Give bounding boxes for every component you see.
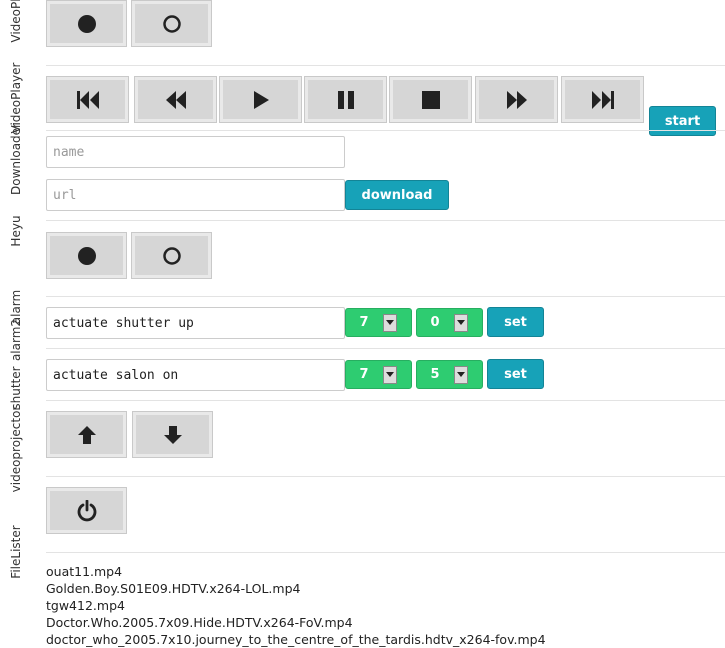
alarm-hour-value: 7 bbox=[359, 315, 369, 330]
shutter-up-button[interactable] bbox=[46, 411, 127, 458]
skip-last-icon bbox=[591, 90, 614, 109]
record-icon bbox=[77, 14, 96, 33]
divider bbox=[46, 65, 725, 66]
skip-first-button[interactable] bbox=[46, 76, 129, 123]
record-icon bbox=[77, 246, 96, 265]
circle-icon bbox=[162, 246, 181, 265]
alarm-minute-select[interactable]: 0 bbox=[416, 308, 483, 337]
alarm2-command-input[interactable]: actuate salon on bbox=[46, 359, 345, 391]
file-item[interactable]: Doctor.Who.2005.7x09.Hide.HDTV.x264-FoV.… bbox=[46, 614, 546, 631]
divider bbox=[46, 220, 725, 221]
divider bbox=[46, 296, 725, 297]
stop-button[interactable] bbox=[389, 76, 472, 123]
divider bbox=[46, 476, 725, 477]
shutter-down-button[interactable] bbox=[132, 411, 213, 458]
alarm-command-input[interactable]: actuate shutter up bbox=[46, 307, 345, 339]
file-item[interactable]: ouat11.mp4 bbox=[46, 563, 546, 580]
pause-icon bbox=[337, 90, 354, 109]
download-button[interactable]: download bbox=[345, 180, 449, 210]
skip-first-icon bbox=[76, 90, 99, 109]
divider bbox=[46, 348, 725, 349]
play-button[interactable] bbox=[219, 76, 302, 123]
chevron-down-icon bbox=[383, 366, 397, 384]
power-icon bbox=[77, 499, 96, 521]
section-label: videoprojector bbox=[9, 405, 23, 493]
stop-icon bbox=[421, 90, 440, 109]
url-input[interactable]: url bbox=[46, 179, 345, 211]
power-button[interactable] bbox=[46, 487, 127, 534]
divider bbox=[46, 552, 725, 553]
file-item[interactable]: Golden.Boy.S01E09.HDTV.x264-LOL.mp4 bbox=[46, 580, 546, 597]
chevron-down-icon bbox=[383, 314, 397, 332]
light-on-button[interactable] bbox=[46, 0, 127, 47]
alarm2-minute-select[interactable]: 5 bbox=[416, 360, 483, 389]
play-icon bbox=[253, 90, 269, 109]
alarm2-hour-value: 7 bbox=[359, 367, 369, 382]
section-label: FileLister bbox=[9, 525, 23, 579]
chevron-down-icon bbox=[454, 314, 468, 332]
alarm2-minute-value: 5 bbox=[430, 367, 440, 382]
divider bbox=[46, 130, 725, 131]
arrow-up-icon bbox=[77, 425, 96, 444]
alarm-set-button[interactable]: set bbox=[487, 307, 544, 337]
name-input[interactable]: name bbox=[46, 136, 345, 168]
skip-last-button[interactable] bbox=[561, 76, 644, 123]
alarm-minute-value: 0 bbox=[430, 315, 440, 330]
fast-forward-button[interactable] bbox=[475, 76, 558, 123]
light-off-button[interactable] bbox=[131, 0, 212, 47]
file-item[interactable]: tgw412.mp4 bbox=[46, 597, 546, 614]
rewind-button[interactable] bbox=[134, 76, 217, 123]
heyu-on-button[interactable] bbox=[46, 232, 127, 279]
alarm2-hour-select[interactable]: 7 bbox=[345, 360, 412, 389]
file-item[interactable]: doctor_who_2005.7x10.journey_to_the_cent… bbox=[46, 631, 546, 648]
arrow-down-icon bbox=[163, 425, 182, 444]
alarm2-set-button[interactable]: set bbox=[487, 359, 544, 389]
alarm-hour-select[interactable]: 7 bbox=[345, 308, 412, 337]
start-button[interactable]: start bbox=[649, 106, 716, 136]
rewind-icon bbox=[165, 90, 186, 109]
chevron-down-icon bbox=[454, 366, 468, 384]
divider bbox=[46, 400, 725, 401]
heyu-off-button[interactable] bbox=[131, 232, 212, 279]
file-list: ouat11.mp4 Golden.Boy.S01E09.HDTV.x264-L… bbox=[46, 563, 546, 648]
pause-button[interactable] bbox=[304, 76, 387, 123]
fast-forward-icon bbox=[506, 90, 527, 109]
circle-icon bbox=[162, 14, 181, 33]
